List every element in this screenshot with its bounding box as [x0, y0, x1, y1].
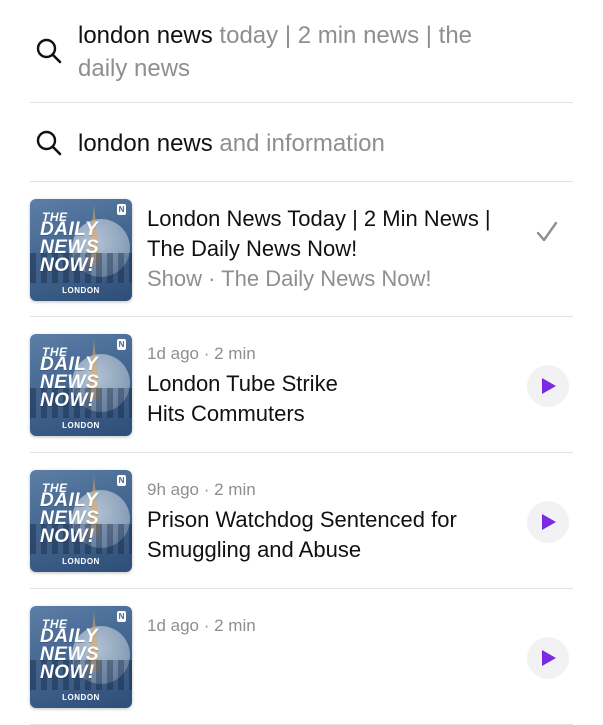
episode-title-line: London Tube Strike: [147, 371, 338, 396]
show-subtitle: Show · The Daily News Now!: [147, 266, 432, 291]
suggestion-text: london news and information: [78, 127, 523, 160]
network-badge-icon: N: [117, 475, 126, 486]
search-results-list: london news today | 2 min news | the dai…: [30, 0, 573, 725]
show-info: London News Today | 2 Min News | The Dai…: [147, 204, 503, 294]
episode-row[interactable]: THE DAILY NEWS NOW! LONDON N 1d ago · 2 mi…: [30, 589, 573, 725]
suggestion-completion: and information: [212, 130, 385, 157]
episode-meta: 9h ago · 2 min: [147, 480, 256, 499]
search-suggestion[interactable]: london news today | 2 min news | the dai…: [30, 0, 573, 103]
search-suggestion[interactable]: london news and information: [30, 103, 573, 182]
play-icon: [542, 650, 556, 666]
play-button[interactable]: [527, 365, 569, 407]
search-icon: [36, 130, 62, 156]
episode-meta: 1d ago · 2 min: [147, 344, 256, 363]
episode-info: 1d ago · 2 min London Tube Strike Hits C…: [147, 343, 503, 429]
episode-row[interactable]: THE DAILY NEWS NOW! LONDON N 1d ago · 2 mi…: [30, 317, 573, 453]
episode-artwork: THE DAILY NEWS NOW! LONDON N: [30, 606, 132, 708]
suggestion-text: london news today | 2 min news | the dai…: [78, 19, 523, 85]
show-title: London News Today | 2 Min News | The Dai…: [147, 206, 491, 261]
episode-title-line: Hits Commuters: [147, 401, 305, 426]
network-badge-icon: N: [117, 204, 126, 215]
checkmark-icon: [536, 221, 558, 242]
episode-info: 9h ago · 2 min Prison Watchdog Sentenced…: [147, 479, 503, 565]
episode-row[interactable]: THE DAILY NEWS NOW! LONDON N 9h ago · 2 mi…: [30, 453, 573, 589]
play-button[interactable]: [527, 501, 569, 543]
network-badge-icon: N: [117, 339, 126, 350]
show-artwork: THE DAILY NEWS NOW! LONDON N: [30, 199, 132, 301]
show-result-row[interactable]: THE DAILY NEWS NOW! LONDON N London News T…: [30, 182, 573, 317]
network-badge-icon: N: [117, 611, 126, 622]
play-icon: [542, 378, 556, 394]
episode-title-line: Prison Watchdog Sentenced for: [147, 507, 457, 532]
suggestion-query: london news: [78, 130, 213, 157]
play-button[interactable]: [527, 637, 569, 679]
episode-artwork: THE DAILY NEWS NOW! LONDON N: [30, 334, 132, 436]
search-icon: [36, 38, 62, 64]
episode-artwork: THE DAILY NEWS NOW! LONDON N: [30, 470, 132, 572]
episode-info: 1d ago · 2 min: [147, 615, 503, 641]
episode-title-line: Smuggling and Abuse: [147, 537, 362, 562]
suggestion-query: london news: [78, 22, 213, 49]
play-icon: [542, 514, 556, 530]
episode-meta: 1d ago · 2 min: [147, 616, 256, 635]
